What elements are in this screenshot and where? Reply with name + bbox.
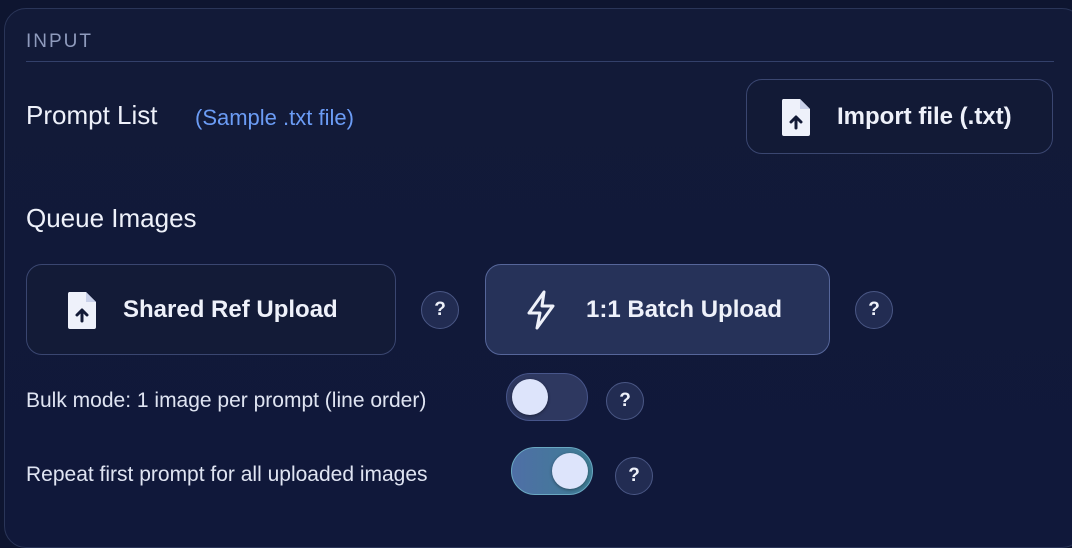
toggle-knob (512, 379, 548, 415)
batch-upload-label: 1:1 Batch Upload (586, 295, 783, 323)
bulk-mode-label: Bulk mode: 1 image per prompt (line orde… (26, 389, 427, 412)
batch-upload-button[interactable]: 1:1 Batch Upload (485, 264, 830, 355)
section-title: INPUT (26, 31, 93, 52)
lightning-icon (524, 289, 558, 331)
repeat-first-help-button[interactable]: ? (615, 457, 653, 495)
repeat-first-prompt-label: Repeat first prompt for all uploaded ima… (26, 463, 428, 486)
queue-images-label: Queue Images (26, 203, 197, 233)
import-file-label: Import file (.txt) (837, 102, 1012, 130)
section-divider (26, 61, 1054, 62)
file-upload-icon (65, 290, 99, 330)
bulk-mode-help-button[interactable]: ? (606, 382, 644, 420)
sample-txt-link[interactable]: (Sample .txt file) (195, 105, 354, 131)
shared-ref-help-button[interactable]: ? (421, 291, 459, 329)
bulk-mode-toggle[interactable] (506, 373, 588, 421)
file-upload-icon (779, 97, 813, 137)
toggle-knob (552, 453, 588, 489)
repeat-first-prompt-toggle[interactable] (511, 447, 593, 495)
prompt-list-label: Prompt List (26, 100, 158, 130)
batch-upload-help-button[interactable]: ? (855, 291, 893, 329)
import-file-button[interactable]: Import file (.txt) (746, 79, 1053, 154)
shared-ref-upload-button[interactable]: Shared Ref Upload (26, 264, 396, 355)
shared-ref-upload-label: Shared Ref Upload (123, 295, 338, 323)
